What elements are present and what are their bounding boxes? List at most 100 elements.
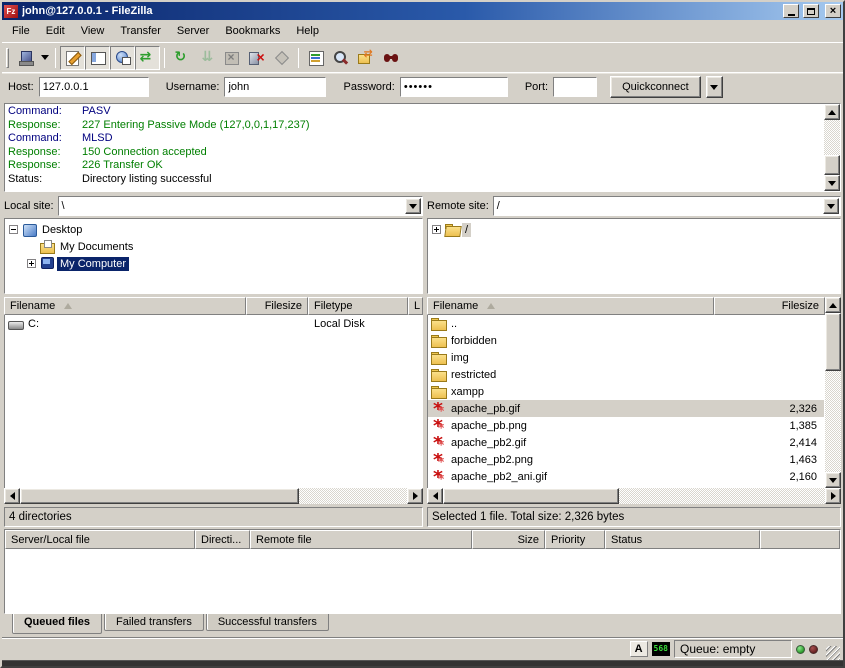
password-input[interactable] [400,77,508,97]
remote-scroll-up[interactable] [825,297,841,313]
local-site-combo[interactable]: \ [58,196,423,216]
log-scroll-thumb[interactable] [824,155,840,175]
menu-edit[interactable]: Edit [38,22,73,40]
column-header-filesize[interactable]: Filesize [246,297,308,315]
remote-scroll-right[interactable] [825,488,841,504]
expand-icon[interactable] [27,259,36,268]
log-scroll-track[interactable] [824,120,840,175]
port-input[interactable] [553,77,597,97]
maximize-button[interactable] [803,4,819,18]
queue-column-priority[interactable]: Priority [545,530,605,549]
local-scroll-track[interactable] [20,488,407,504]
local-site-dropdown[interactable] [405,198,421,214]
queue-column-status[interactable]: Status [605,530,760,549]
site-manager-button[interactable] [13,46,38,70]
site-manager-dropdown[interactable] [38,46,51,70]
log-line: Status:Directory listing successful [8,173,824,187]
file-row[interactable]: restricted [428,366,824,383]
tree-item-label[interactable]: / [462,223,471,237]
synchronized-browsing-button[interactable] [378,46,403,70]
arrow-up-icon [829,303,837,308]
file-row[interactable]: apache_pb.gif2,326 [428,400,824,417]
toggle-transfer-queue-button[interactable] [135,46,160,70]
speed-limit-indicator-icon[interactable]: 568 [652,642,670,656]
remote-vscrollbar[interactable] [825,297,841,488]
collapse-icon[interactable] [9,225,18,234]
transfer-type-indicator-icon[interactable]: A [630,641,648,657]
log-line-text: Directory listing successful [82,173,212,187]
tab-queued-files[interactable]: Queued files [12,614,102,634]
local-hscrollbar[interactable] [4,488,423,505]
file-row[interactable]: img [428,349,824,366]
file-row[interactable]: apache_pb2_ani.gif2,160 [428,468,824,485]
remote-vscroll-thumb[interactable] [825,313,841,371]
menu-transfer[interactable]: Transfer [112,22,169,40]
toggle-local-tree-button[interactable] [85,46,110,70]
remote-tree-item[interactable]: / [430,221,840,238]
minimize-button[interactable] [783,4,799,18]
tab-failed-transfers[interactable]: Failed transfers [104,614,204,631]
column-header-filename[interactable]: Filename [427,297,714,315]
remote-scroll-thumb[interactable] [443,488,619,504]
tree-item-label[interactable]: Desktop [39,223,85,237]
column-header-filename[interactable]: Filename [4,297,246,315]
local-scroll-thumb[interactable] [20,488,299,504]
compare-directories-button[interactable] [353,46,378,70]
menu-help[interactable]: Help [288,22,327,40]
file-row[interactable]: apache_pb.png1,385 [428,417,824,434]
refresh-button[interactable] [169,46,194,70]
log-scroll-up[interactable] [824,104,840,120]
toolbar-grip[interactable] [6,48,9,68]
remote-vscroll-track[interactable] [825,313,841,472]
queue-column-remote-file[interactable]: Remote file [250,530,472,549]
local-site-label: Local site: [4,200,54,212]
menu-file[interactable]: File [4,22,38,40]
remote-scroll-down[interactable] [825,472,841,488]
close-button[interactable]: × [825,4,841,18]
sync-icon [382,50,400,66]
tree-item-label[interactable]: My Documents [57,240,136,254]
remote-scroll-left[interactable] [427,488,443,504]
file-row[interactable]: .. [428,315,824,332]
column-header-filetype[interactable]: Filetype [308,297,408,315]
local-tree-item[interactable]: My Computer [7,255,422,272]
menu-view[interactable]: View [73,22,113,40]
local-scroll-right[interactable] [407,488,423,504]
local-tree-item[interactable]: Desktop [7,221,422,238]
queue-column-directi-[interactable]: Directi... [195,530,250,549]
column-header-filesize[interactable]: Filesize [714,297,825,315]
file-row[interactable]: xampp [428,383,824,400]
local-scroll-left[interactable] [4,488,20,504]
local-tree-item[interactable]: My Documents [7,238,422,255]
toggle-message-log-button[interactable] [60,46,85,70]
file-row[interactable]: C:Local Disk [5,315,422,332]
remote-site-dropdown[interactable] [823,198,839,214]
quickconnect-dropdown[interactable] [706,76,723,98]
remote-hscrollbar[interactable] [427,488,841,505]
filter-button[interactable] [303,46,328,70]
menu-bookmarks[interactable]: Bookmarks [217,22,288,40]
file-row[interactable]: apache_pb2.png1,463 [428,451,824,468]
file-row[interactable]: forbidden [428,332,824,349]
remote-scroll-track[interactable] [443,488,825,504]
queue-column-server-local-file[interactable]: Server/Local file [5,530,195,549]
resize-grip[interactable] [826,646,840,660]
file-row[interactable]: apache_pb2.gif2,414 [428,434,824,451]
toggle-remote-tree-button[interactable] [110,46,135,70]
tab-successful-transfers[interactable]: Successful transfers [206,614,329,631]
column-header-l[interactable]: L [408,297,423,315]
log-scroll-down[interactable] [824,175,840,191]
minimize-icon [788,14,795,16]
expand-icon[interactable] [432,225,441,234]
find-files-button[interactable] [328,46,353,70]
host-input[interactable] [39,77,149,97]
tree-item-label[interactable]: My Computer [57,257,129,271]
menu-server[interactable]: Server [169,22,217,40]
username-input[interactable] [224,77,326,97]
log-scrollbar[interactable] [824,104,840,191]
queue-column-size[interactable]: Size [472,530,545,549]
quickconnect-button[interactable]: Quickconnect [610,76,701,98]
title-bar[interactable]: Fz john@127.0.0.1 - FileZilla × [2,2,843,20]
remote-site-combo[interactable]: / [493,196,841,216]
disconnect-button[interactable] [244,46,269,70]
